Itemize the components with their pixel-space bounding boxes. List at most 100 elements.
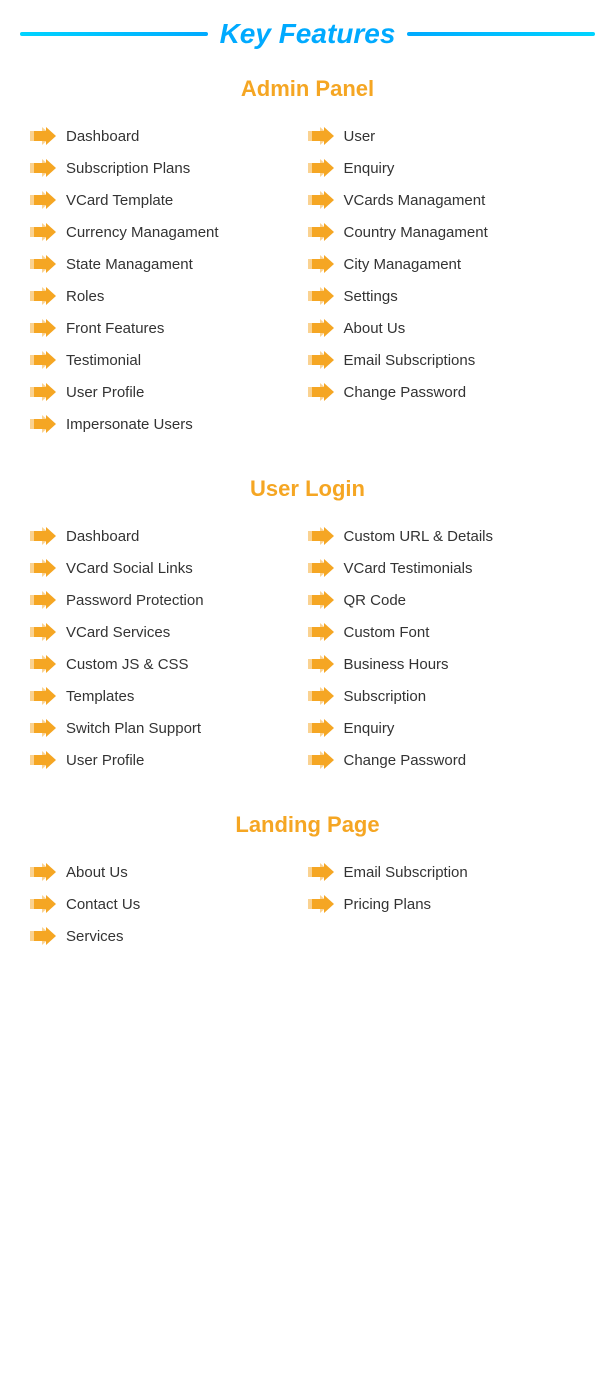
arrow-icon xyxy=(308,351,334,369)
arrow-icon xyxy=(308,223,334,241)
list-item: Front Features xyxy=(30,312,308,344)
feature-label: Subscription xyxy=(344,688,427,705)
section-landing-page: Landing Page About Us Email Subscription… xyxy=(0,796,615,972)
arrow-icon xyxy=(30,127,56,145)
list-item: Templates xyxy=(30,680,308,712)
feature-label: Enquiry xyxy=(344,160,395,177)
arrow-icon xyxy=(30,527,56,545)
feature-label: User Profile xyxy=(66,384,144,401)
arrow-icon xyxy=(308,383,334,401)
feature-label: VCard Social Links xyxy=(66,560,193,577)
feature-label: QR Code xyxy=(344,592,407,609)
list-item: Switch Plan Support xyxy=(30,712,308,744)
feature-label: Testimonial xyxy=(66,352,141,369)
section-title-landing-page: Landing Page xyxy=(30,812,585,838)
feature-label: Impersonate Users xyxy=(66,416,193,433)
list-item: About Us xyxy=(308,312,586,344)
feature-label: State Managament xyxy=(66,256,193,273)
arrow-icon xyxy=(30,287,56,305)
feature-label: Services xyxy=(66,928,124,945)
list-item: Email Subscription xyxy=(308,856,586,888)
list-item: Dashboard xyxy=(30,120,308,152)
list-item: Custom Font xyxy=(308,616,586,648)
feature-label: Email Subscriptions xyxy=(344,352,476,369)
arrow-icon xyxy=(30,895,56,913)
arrow-icon xyxy=(30,559,56,577)
list-item: Enquiry xyxy=(308,152,586,184)
feature-label: Settings xyxy=(344,288,398,305)
features-grid-user-login: Dashboard Custom URL & Details VCard Soc… xyxy=(30,520,585,776)
list-item: Dashboard xyxy=(30,520,308,552)
features-grid-admin-panel: Dashboard User Subscription Plans Enquir… xyxy=(30,120,585,440)
arrow-icon xyxy=(30,623,56,641)
list-item: VCard Testimonials xyxy=(308,552,586,584)
arrow-icon xyxy=(308,895,334,913)
arrow-icon xyxy=(308,655,334,673)
arrow-icon xyxy=(30,863,56,881)
arrow-icon xyxy=(30,223,56,241)
arrow-icon xyxy=(308,623,334,641)
arrow-icon xyxy=(30,159,56,177)
list-item: State Managament xyxy=(30,248,308,280)
feature-label: Custom URL & Details xyxy=(344,528,494,545)
arrow-icon xyxy=(30,687,56,705)
list-item: Impersonate Users xyxy=(30,408,585,440)
list-item: Change Password xyxy=(308,376,586,408)
arrow-icon xyxy=(30,319,56,337)
feature-label: Dashboard xyxy=(66,128,139,145)
list-item: Subscription Plans xyxy=(30,152,308,184)
list-item: User Profile xyxy=(30,744,308,776)
arrow-icon xyxy=(308,863,334,881)
feature-label: About Us xyxy=(66,864,128,881)
list-item: Enquiry xyxy=(308,712,586,744)
list-item: Contact Us xyxy=(30,888,308,920)
feature-label: Country Managament xyxy=(344,224,488,241)
arrow-icon xyxy=(308,127,334,145)
arrow-icon xyxy=(308,287,334,305)
list-item: VCard Social Links xyxy=(30,552,308,584)
arrow-icon xyxy=(308,559,334,577)
list-item: User xyxy=(308,120,586,152)
feature-label: Change Password xyxy=(344,752,467,769)
arrow-icon xyxy=(30,191,56,209)
feature-label: Business Hours xyxy=(344,656,449,673)
list-item: QR Code xyxy=(308,584,586,616)
arrow-icon xyxy=(308,751,334,769)
arrow-icon xyxy=(30,415,56,433)
list-item: City Managament xyxy=(308,248,586,280)
arrow-icon xyxy=(308,687,334,705)
feature-label: VCards Managament xyxy=(344,192,486,209)
header-line-left xyxy=(20,32,208,36)
arrow-icon xyxy=(30,255,56,273)
section-title-user-login: User Login xyxy=(30,476,585,502)
feature-label: Front Features xyxy=(66,320,164,337)
list-item: Email Subscriptions xyxy=(308,344,586,376)
list-item: User Profile xyxy=(30,376,308,408)
arrow-icon xyxy=(308,159,334,177)
arrow-icon xyxy=(30,383,56,401)
feature-label: VCard Testimonials xyxy=(344,560,473,577)
feature-label: Templates xyxy=(66,688,134,705)
section-admin-panel: Admin Panel Dashboard User Subscription … xyxy=(0,60,615,460)
feature-label: Switch Plan Support xyxy=(66,720,201,737)
list-item: Pricing Plans xyxy=(308,888,586,920)
section-user-login: User Login Dashboard Custom URL & Detail… xyxy=(0,460,615,796)
feature-label: VCard Services xyxy=(66,624,170,641)
feature-label: Custom Font xyxy=(344,624,430,641)
arrow-icon xyxy=(308,591,334,609)
list-item: Country Managament xyxy=(308,216,586,248)
arrow-icon xyxy=(30,591,56,609)
arrow-icon xyxy=(308,191,334,209)
list-item: Password Protection xyxy=(30,584,308,616)
feature-label: Contact Us xyxy=(66,896,140,913)
list-item: Testimonial xyxy=(30,344,308,376)
list-item: Currency Managament xyxy=(30,216,308,248)
feature-label: City Managament xyxy=(344,256,462,273)
arrow-icon xyxy=(30,719,56,737)
list-item: Custom URL & Details xyxy=(308,520,586,552)
feature-label: Subscription Plans xyxy=(66,160,190,177)
feature-label: Currency Managament xyxy=(66,224,219,241)
arrow-icon xyxy=(30,655,56,673)
section-title-admin-panel: Admin Panel xyxy=(30,76,585,102)
feature-label: Pricing Plans xyxy=(344,896,432,913)
